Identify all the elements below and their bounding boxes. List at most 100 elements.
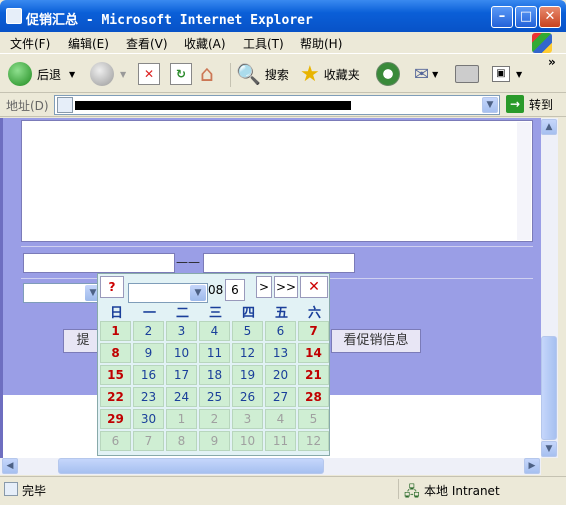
calendar-year-select[interactable]: ▼ xyxy=(128,283,208,303)
scroll-up-icon[interactable]: ▲ xyxy=(541,119,557,135)
calendar-day[interactable]: 22 xyxy=(100,387,131,407)
home-button[interactable]: ⌂ xyxy=(200,61,214,87)
calendar-day[interactable]: 17 xyxy=(166,365,197,385)
date-picker-popup: ? ▼ 08 6 > >> ✕ 日一二三四五六 1 2 3 4 5 6 7 8 9 10 11 12 13… xyxy=(97,273,330,456)
favorites-button[interactable]: ★ 收藏夹 xyxy=(300,61,360,87)
calendar-day-other-month[interactable]: 12 xyxy=(298,431,329,451)
textarea-scrollbar[interactable] xyxy=(517,122,531,240)
windows-logo-icon xyxy=(532,33,552,53)
calendar-day[interactable]: 18 xyxy=(199,365,230,385)
calendar-day[interactable]: 20 xyxy=(265,365,296,385)
calendar-day[interactable]: 19 xyxy=(232,365,263,385)
calendar-day[interactable]: 29 xyxy=(100,409,131,429)
vertical-scroll-thumb[interactable] xyxy=(541,336,557,440)
calendar-day-other-month[interactable]: 1 xyxy=(166,409,197,429)
calendar-day[interactable]: 10 xyxy=(166,343,197,363)
calendar-day[interactable]: 6 xyxy=(265,321,296,341)
refresh-button[interactable]: ↻ xyxy=(170,61,192,87)
calendar-day[interactable]: 15 xyxy=(100,365,131,385)
calendar-day[interactable]: 5 xyxy=(232,321,263,341)
calendar-day[interactable]: 26 xyxy=(232,387,263,407)
edit-page-icon: ▣ xyxy=(492,66,510,82)
weekday-header: 日 xyxy=(109,306,123,321)
calendar-day[interactable]: 11 xyxy=(199,343,230,363)
minimize-button[interactable]: – xyxy=(491,6,513,28)
edit-dropdown-icon[interactable]: ▼ xyxy=(516,70,522,79)
category-select[interactable]: ▼ xyxy=(23,283,103,303)
calendar-day-other-month[interactable]: 8 xyxy=(166,431,197,451)
stop-button[interactable]: ✕ xyxy=(138,61,160,87)
forward-button[interactable]: ▼ xyxy=(90,61,126,87)
calendar-day-other-month[interactable]: 9 xyxy=(199,431,230,451)
back-dropdown-icon[interactable]: ▼ xyxy=(69,70,75,79)
print-button[interactable] xyxy=(455,61,479,87)
calendar-day[interactable]: 21 xyxy=(298,365,329,385)
history-button[interactable] xyxy=(376,61,400,87)
mail-button[interactable]: ✉ ▼ xyxy=(414,61,438,87)
forward-dropdown-icon[interactable]: ▼ xyxy=(120,70,126,79)
calendar-help-button[interactable]: ? xyxy=(100,276,124,298)
menu-help[interactable]: 帮助(H) xyxy=(300,35,342,52)
calendar-next-month-button[interactable]: > xyxy=(256,276,272,298)
search-button[interactable]: 🔍 搜索 xyxy=(236,61,289,87)
mail-dropdown-icon[interactable]: ▼ xyxy=(432,70,438,79)
vertical-scrollbar[interactable]: ▲ ▼ xyxy=(541,118,558,458)
calendar-close-icon[interactable]: ✕ xyxy=(300,276,328,298)
calendar-day[interactable]: 3 xyxy=(166,321,197,341)
calendar-next-year-button[interactable]: >> xyxy=(274,276,298,298)
start-date-input[interactable] xyxy=(23,253,175,273)
address-dropdown-icon[interactable]: ▼ xyxy=(482,97,498,113)
horizontal-scrollbar[interactable]: ◀ ▶ xyxy=(0,458,541,475)
calendar-day[interactable]: 13 xyxy=(265,343,296,363)
history-icon xyxy=(376,62,400,86)
menu-tools[interactable]: 工具(T) xyxy=(243,35,284,52)
calendar-day-other-month[interactable]: 2 xyxy=(199,409,230,429)
calendar-day-other-month[interactable]: 6 xyxy=(100,431,131,451)
menu-view[interactable]: 查看(V) xyxy=(126,35,168,52)
view-promotions-button[interactable]: 看促销信息 xyxy=(331,329,421,353)
calendar-day[interactable]: 30 xyxy=(133,409,164,429)
star-icon: ★ xyxy=(300,61,320,87)
address-input[interactable]: ▼ xyxy=(54,95,500,115)
menu-edit[interactable]: 编辑(E) xyxy=(68,35,109,52)
calendar-day[interactable]: 7 xyxy=(298,321,329,341)
menu-favorites[interactable]: 收藏(A) xyxy=(184,35,226,52)
calendar-day[interactable]: 14 xyxy=(298,343,329,363)
calendar-month-input[interactable]: 6 xyxy=(225,279,245,301)
calendar-day[interactable]: 1 xyxy=(100,321,131,341)
menu-file[interactable]: 文件(F) xyxy=(10,35,50,52)
horizontal-scroll-thumb[interactable] xyxy=(58,458,324,474)
calendar-day[interactable]: 8 xyxy=(100,343,131,363)
go-button[interactable]: → 转到 xyxy=(506,95,553,113)
back-label: 后退 xyxy=(37,67,62,82)
calendar-day[interactable]: 2 xyxy=(133,321,164,341)
calendar-day[interactable]: 24 xyxy=(166,387,197,407)
toolbar-overflow-icon[interactable]: » xyxy=(548,55,556,69)
maximize-button[interactable]: □ xyxy=(515,6,537,28)
page-status-icon xyxy=(4,482,18,496)
calendar-day[interactable]: 12 xyxy=(232,343,263,363)
calendar-day-other-month[interactable]: 10 xyxy=(232,431,263,451)
edit-button[interactable]: ▣ ▼ xyxy=(492,61,522,87)
calendar-day[interactable]: 4 xyxy=(199,321,230,341)
end-date-input[interactable] xyxy=(203,253,355,273)
calendar-day[interactable]: 9 xyxy=(133,343,164,363)
calendar-day-other-month[interactable]: 4 xyxy=(265,409,296,429)
calendar-day[interactable]: 27 xyxy=(265,387,296,407)
calendar-day[interactable]: 23 xyxy=(133,387,164,407)
scroll-down-icon[interactable]: ▼ xyxy=(541,441,557,457)
calendar-day[interactable]: 16 xyxy=(133,365,164,385)
calendar-day[interactable]: 28 xyxy=(298,387,329,407)
calendar-day-other-month[interactable]: 11 xyxy=(265,431,296,451)
title-bar: 促销汇总 - Microsoft Internet Explorer – □ ✕ xyxy=(0,0,566,32)
calendar-day-other-month[interactable]: 7 xyxy=(133,431,164,451)
description-textarea[interactable] xyxy=(21,120,533,242)
scroll-right-icon[interactable]: ▶ xyxy=(524,458,540,474)
calendar-day-other-month[interactable]: 5 xyxy=(298,409,329,429)
calendar-day[interactable]: 25 xyxy=(199,387,230,407)
calendar-day-other-month[interactable]: 3 xyxy=(232,409,263,429)
close-button[interactable]: ✕ xyxy=(539,6,561,28)
scroll-left-icon[interactable]: ◀ xyxy=(2,458,18,474)
back-button[interactable]: 后退 ▼ xyxy=(8,61,75,87)
home-icon: ⌂ xyxy=(200,61,214,87)
